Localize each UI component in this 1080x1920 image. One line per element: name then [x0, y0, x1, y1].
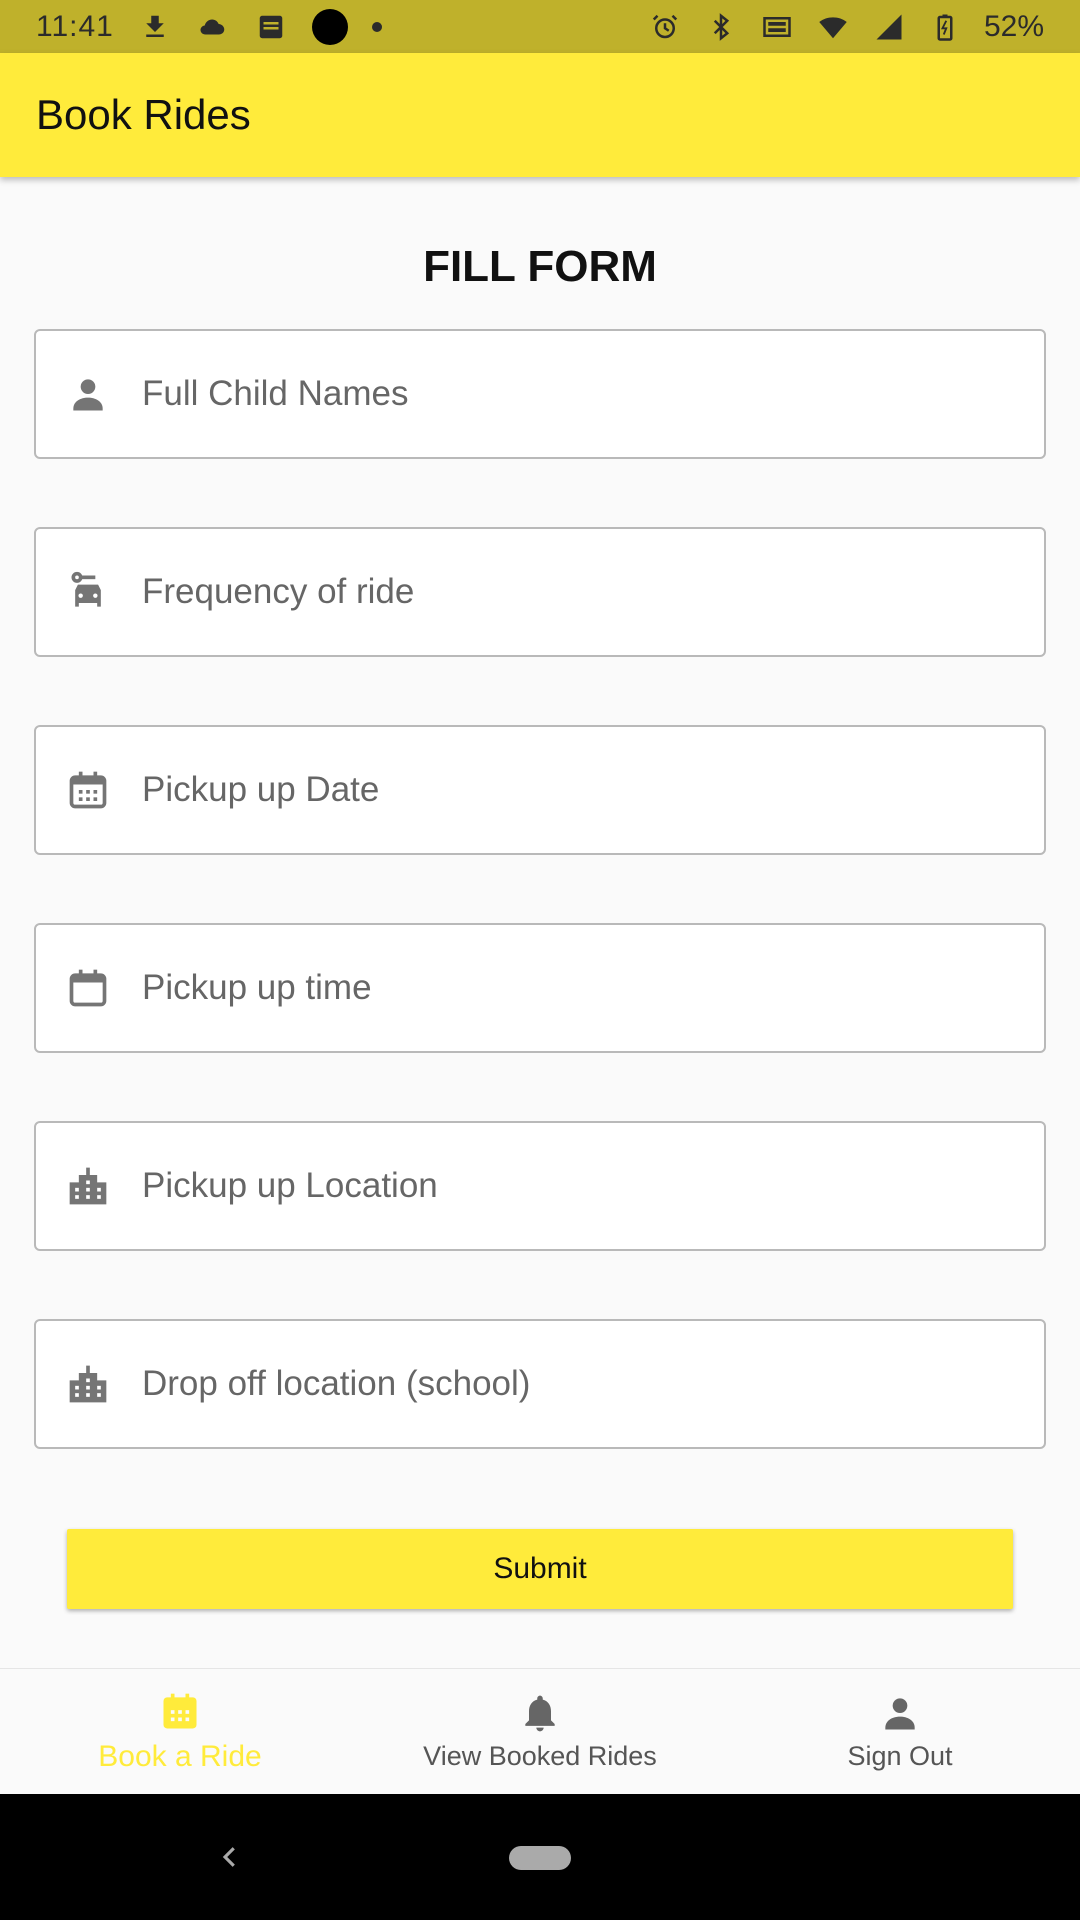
status-time: 11:41	[36, 9, 114, 43]
status-right: 52%	[648, 10, 1044, 44]
calendar-blank-icon	[66, 966, 110, 1010]
nav-sign-out[interactable]: Sign Out	[720, 1669, 1080, 1794]
bluetooth-icon	[704, 10, 738, 44]
bottom-nav: Book a Ride View Booked Rides Sign Out	[0, 1668, 1080, 1794]
nav-view-booked-rides[interactable]: View Booked Rides	[360, 1669, 720, 1794]
battery-percent: 52%	[983, 9, 1044, 43]
nav-label-sign-out: Sign Out	[847, 1741, 953, 1771]
calendar-icon	[66, 768, 110, 812]
dropoff-location-field[interactable]	[34, 1319, 1046, 1449]
record-icon	[311, 8, 348, 45]
bell-icon	[518, 1691, 562, 1735]
nav-book-a-ride[interactable]: Book a Ride	[0, 1669, 360, 1794]
system-nav-bar	[0, 1794, 1080, 1920]
download-icon	[138, 10, 172, 44]
dot-icon	[371, 21, 382, 32]
signal-icon	[872, 10, 906, 44]
app-bar: Book Rides	[0, 53, 1080, 177]
pickup-time-field[interactable]	[34, 923, 1046, 1053]
submit-button[interactable]: Submit	[67, 1529, 1013, 1609]
volte-icon	[760, 10, 794, 44]
status-left: 11:41	[36, 8, 382, 45]
nav-label-view-booked-rides: View Booked Rides	[423, 1741, 657, 1771]
building-icon	[66, 1164, 110, 1208]
car-icon	[66, 570, 110, 614]
pickup-location-field[interactable]	[34, 1121, 1046, 1251]
nav-label-book-a-ride: Book a Ride	[98, 1739, 262, 1773]
wifi-icon	[816, 10, 850, 44]
status-bar: 11:41 52%	[0, 0, 1080, 53]
frequency-field[interactable]	[34, 527, 1046, 657]
back-button[interactable]	[210, 1832, 250, 1882]
app-title: Book Rides	[36, 91, 251, 138]
full-child-names-input[interactable]	[142, 374, 1022, 414]
full-child-names-field[interactable]	[34, 329, 1046, 459]
form-title: FILL FORM	[423, 242, 657, 291]
battery-icon	[928, 10, 962, 44]
bible-icon	[254, 10, 288, 44]
alarm-icon	[648, 10, 682, 44]
pickup-location-input[interactable]	[142, 1166, 1022, 1206]
chevron-left-icon	[222, 1847, 235, 1867]
frequency-input[interactable]	[142, 572, 1022, 612]
home-button[interactable]	[509, 1846, 571, 1870]
calendar-icon	[158, 1690, 202, 1734]
building-icon	[66, 1362, 110, 1406]
pickup-date-input[interactable]	[142, 770, 1022, 810]
cloud-icon	[196, 10, 230, 44]
dropoff-location-input[interactable]	[142, 1364, 1022, 1404]
person-icon	[878, 1691, 922, 1735]
pickup-time-input[interactable]	[142, 968, 1022, 1008]
person-icon	[66, 372, 110, 416]
pickup-date-field[interactable]	[34, 725, 1046, 855]
